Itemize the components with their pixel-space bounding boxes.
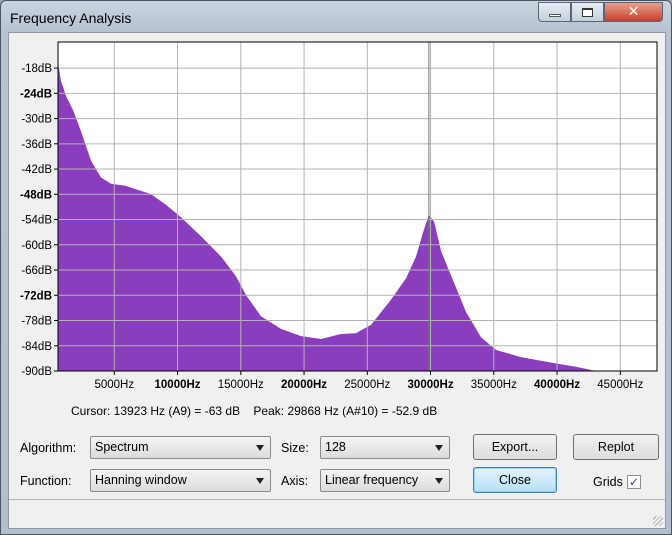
restore-button[interactable] bbox=[571, 2, 604, 22]
y-tick-label: -48dB bbox=[20, 189, 52, 201]
grids-label: Grids bbox=[593, 475, 623, 489]
dialog-body: -18dB -24dB -30dB -36dB -42dB -48dB -54dB -60dB… bbox=[8, 32, 666, 529]
y-tick-label: -84dB bbox=[21, 341, 52, 353]
algorithm-select[interactable]: Spectrum bbox=[90, 436, 271, 459]
y-tick-label: -18dB bbox=[21, 63, 52, 75]
size-label: Size: bbox=[281, 441, 309, 455]
chevron-down-icon bbox=[256, 478, 264, 484]
spectrum-plot[interactable]: -18dB -24dB -30dB -36dB -42dB -48dB -54dB -60dB… bbox=[9, 33, 665, 398]
chevron-down-icon bbox=[435, 445, 443, 451]
grids-checkbox[interactable]: ✓ bbox=[627, 475, 641, 489]
function-value: Hanning window bbox=[95, 473, 187, 487]
axis-label: Axis: bbox=[281, 474, 309, 488]
algorithm-value: Spectrum bbox=[95, 440, 149, 454]
axis-select[interactable]: Linear frequency bbox=[320, 469, 450, 492]
cursor-readout: Cursor: 13923 Hz (A9) = -63 dB bbox=[71, 404, 241, 418]
readout: Cursor: 13923 Hz (A9) = -63 dB Peak: 298… bbox=[71, 404, 437, 418]
x-tick-label: 20000Hz bbox=[281, 379, 327, 391]
y-tick-label: -54dB bbox=[21, 215, 52, 227]
x-tick-label: 40000Hz bbox=[534, 379, 580, 391]
close-icon: ✕ bbox=[627, 4, 640, 20]
x-tick-label: 5000Hz bbox=[94, 379, 134, 391]
y-tick-label: -30dB bbox=[21, 114, 52, 126]
restore-icon bbox=[582, 7, 593, 17]
frequency-analysis-window: Frequency Analysis ✕ -18dB -24dB -30dB -36d… bbox=[0, 0, 672, 535]
replot-button[interactable]: Replot bbox=[573, 434, 659, 460]
y-tick-label: -24dB bbox=[20, 88, 52, 100]
size-select[interactable]: 128 bbox=[320, 436, 450, 459]
chevron-down-icon bbox=[435, 478, 443, 484]
close-button[interactable]: Close bbox=[473, 467, 557, 493]
minimize-button[interactable] bbox=[538, 2, 571, 22]
y-tick-label: -90dB bbox=[21, 366, 52, 378]
size-value: 128 bbox=[325, 440, 346, 454]
x-tick-label: 15000Hz bbox=[218, 379, 264, 391]
x-tick-label: 30000Hz bbox=[408, 379, 454, 391]
x-tick-label: 25000Hz bbox=[344, 379, 390, 391]
function-select[interactable]: Hanning window bbox=[90, 469, 271, 492]
x-tick-label: 35000Hz bbox=[471, 379, 517, 391]
resize-grip-icon[interactable] bbox=[653, 516, 663, 526]
close-window-button[interactable]: ✕ bbox=[604, 2, 663, 22]
x-tick-label: 10000Hz bbox=[155, 379, 201, 391]
chevron-down-icon bbox=[256, 445, 264, 451]
function-label: Function: bbox=[20, 474, 72, 488]
minimize-icon bbox=[548, 13, 561, 17]
window-title: Frequency Analysis bbox=[10, 10, 132, 26]
y-tick-label: -72dB bbox=[20, 290, 52, 302]
export-button[interactable]: Export... bbox=[473, 434, 557, 460]
axis-value: Linear frequency bbox=[325, 473, 419, 487]
checkmark-icon: ✓ bbox=[628, 475, 640, 489]
algorithm-label: Algorithm: bbox=[20, 441, 77, 455]
x-tick-label: 45000Hz bbox=[597, 379, 643, 391]
y-tick-label: -60dB bbox=[21, 240, 52, 252]
status-bar bbox=[9, 499, 665, 528]
y-tick-label: -66dB bbox=[21, 265, 52, 277]
y-tick-label: -36dB bbox=[21, 139, 52, 151]
peak-readout: Peak: 29868 Hz (A#10) = -52.9 dB bbox=[253, 404, 438, 418]
y-tick-label: -42dB bbox=[21, 164, 52, 176]
y-tick-label: -78dB bbox=[21, 316, 52, 328]
